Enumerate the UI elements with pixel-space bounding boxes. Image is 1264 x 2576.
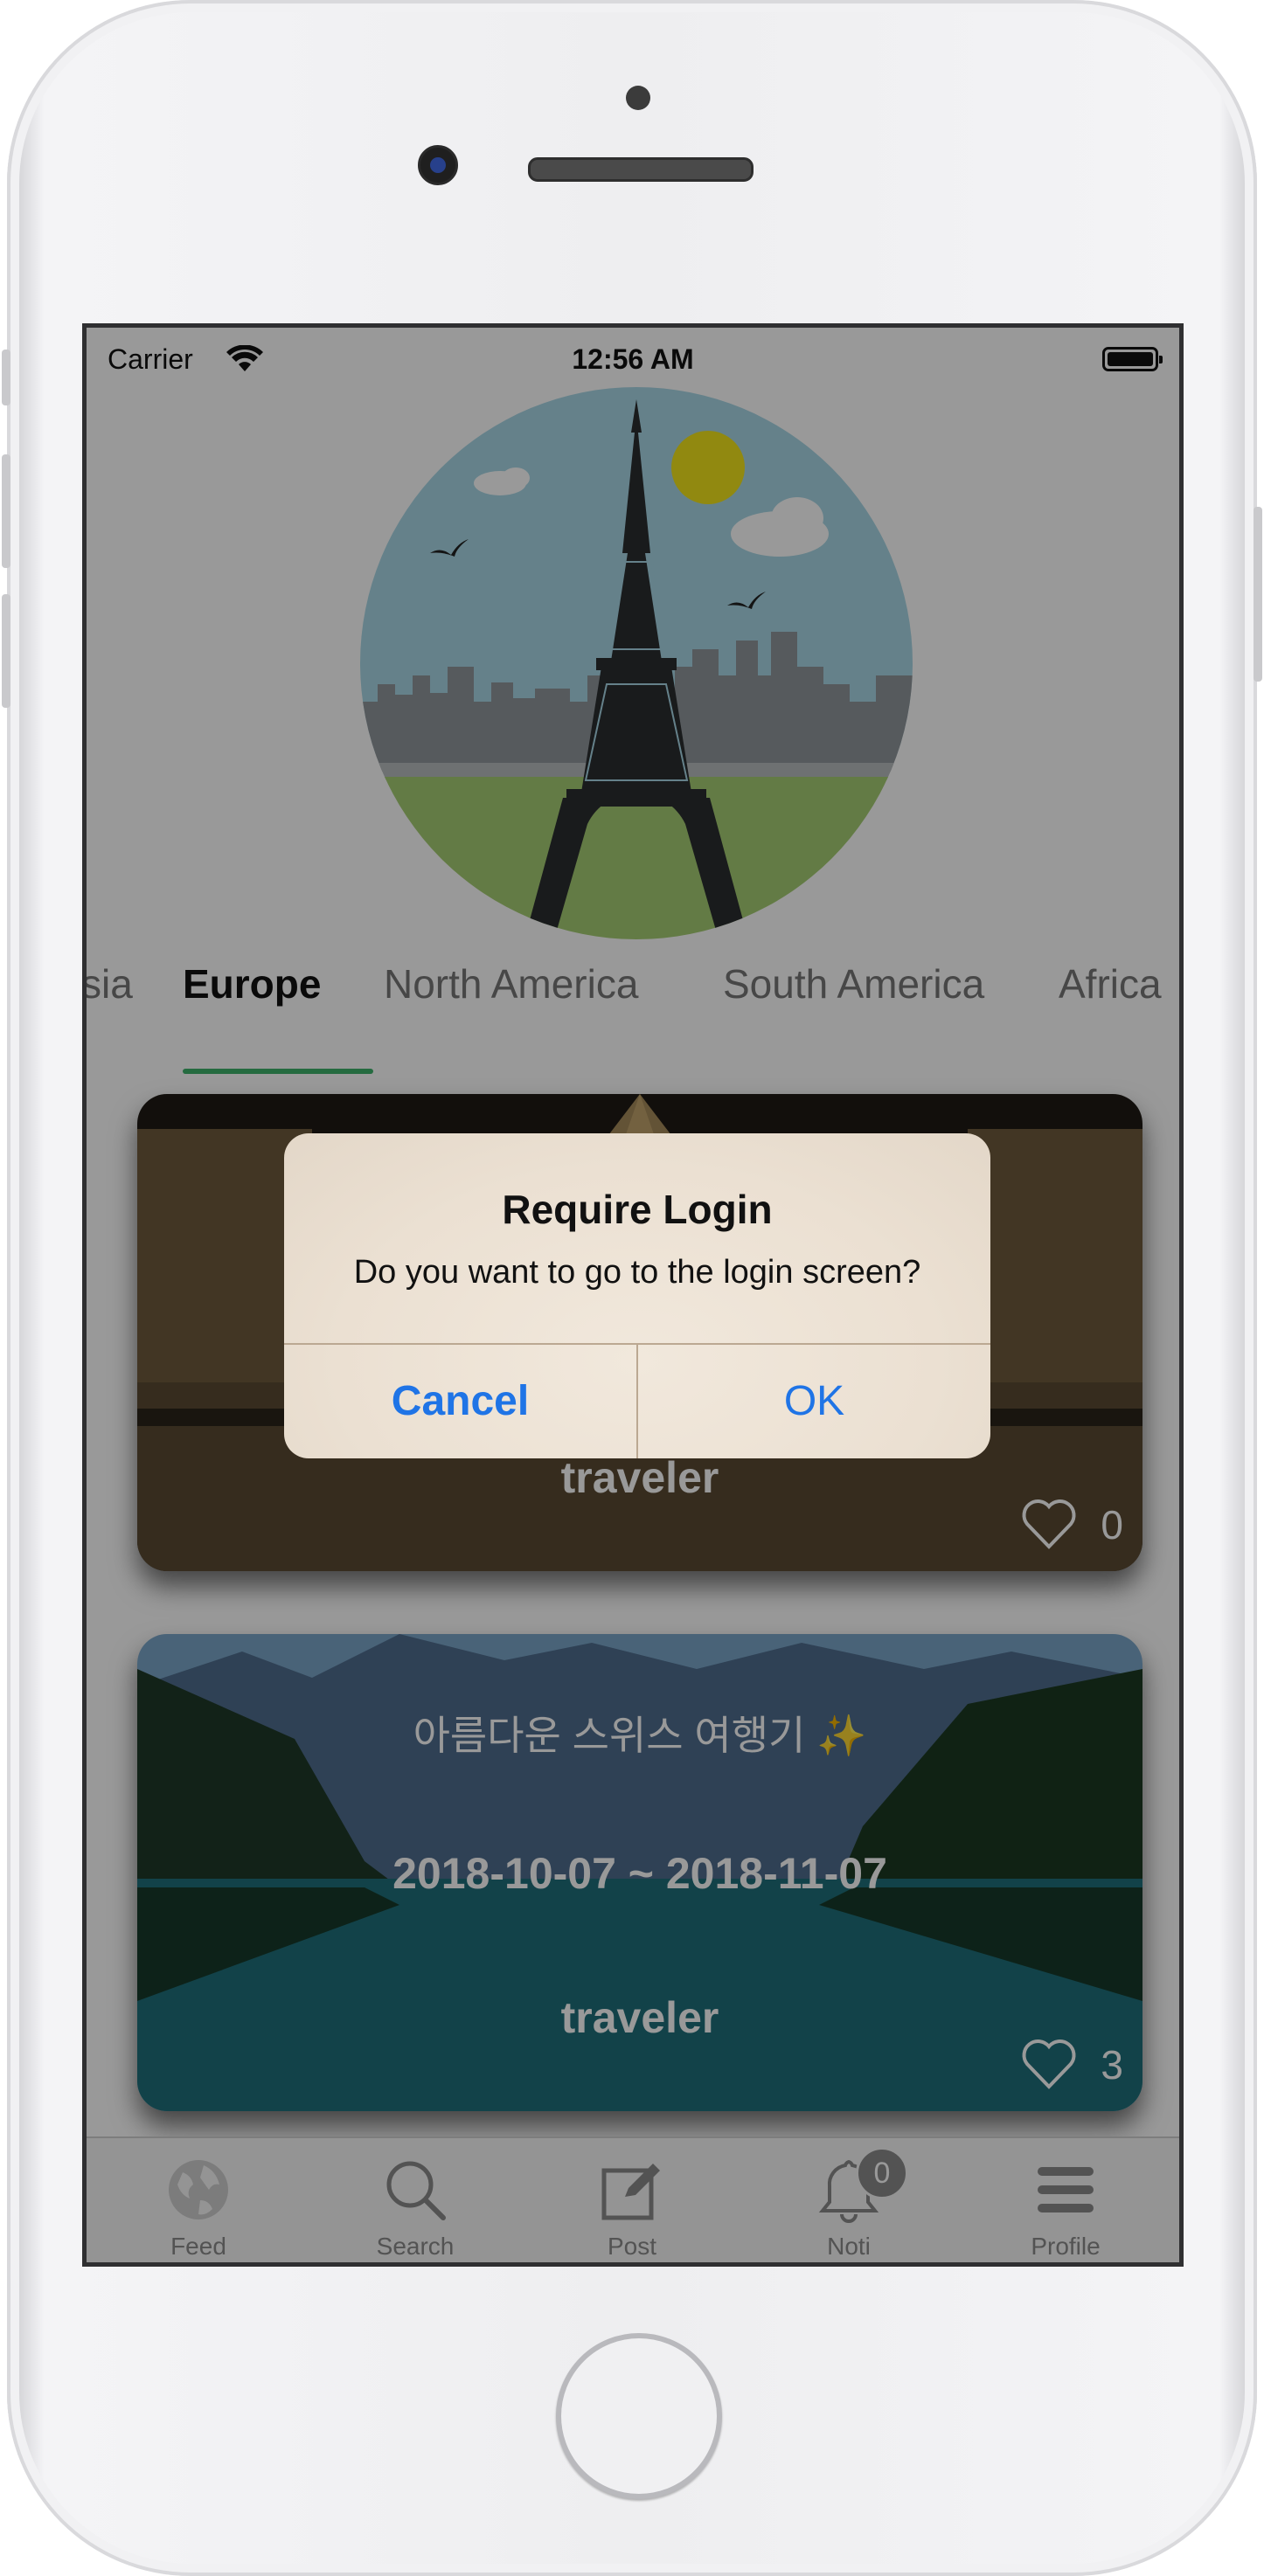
power-button <box>1254 507 1262 682</box>
alert-title: Require Login <box>502 1187 773 1232</box>
volume-up-button <box>2 454 10 568</box>
volume-down-button <box>2 594 10 708</box>
earpiece-speaker <box>528 157 754 182</box>
mute-switch <box>2 350 10 405</box>
app-screen: Carrier 12:56 AM sia Europe North Americ… <box>82 323 1184 2267</box>
proximity-sensor <box>626 86 650 110</box>
home-button[interactable] <box>556 2333 722 2499</box>
front-camera-icon <box>418 145 458 185</box>
cancel-button[interactable]: Cancel <box>284 1345 636 1458</box>
login-alert-dialog: Require Login Do you want to go to the l… <box>284 1133 990 1458</box>
alert-message: Do you want to go to the login screen? <box>353 1254 921 1291</box>
ok-button[interactable]: OK <box>638 1345 990 1458</box>
